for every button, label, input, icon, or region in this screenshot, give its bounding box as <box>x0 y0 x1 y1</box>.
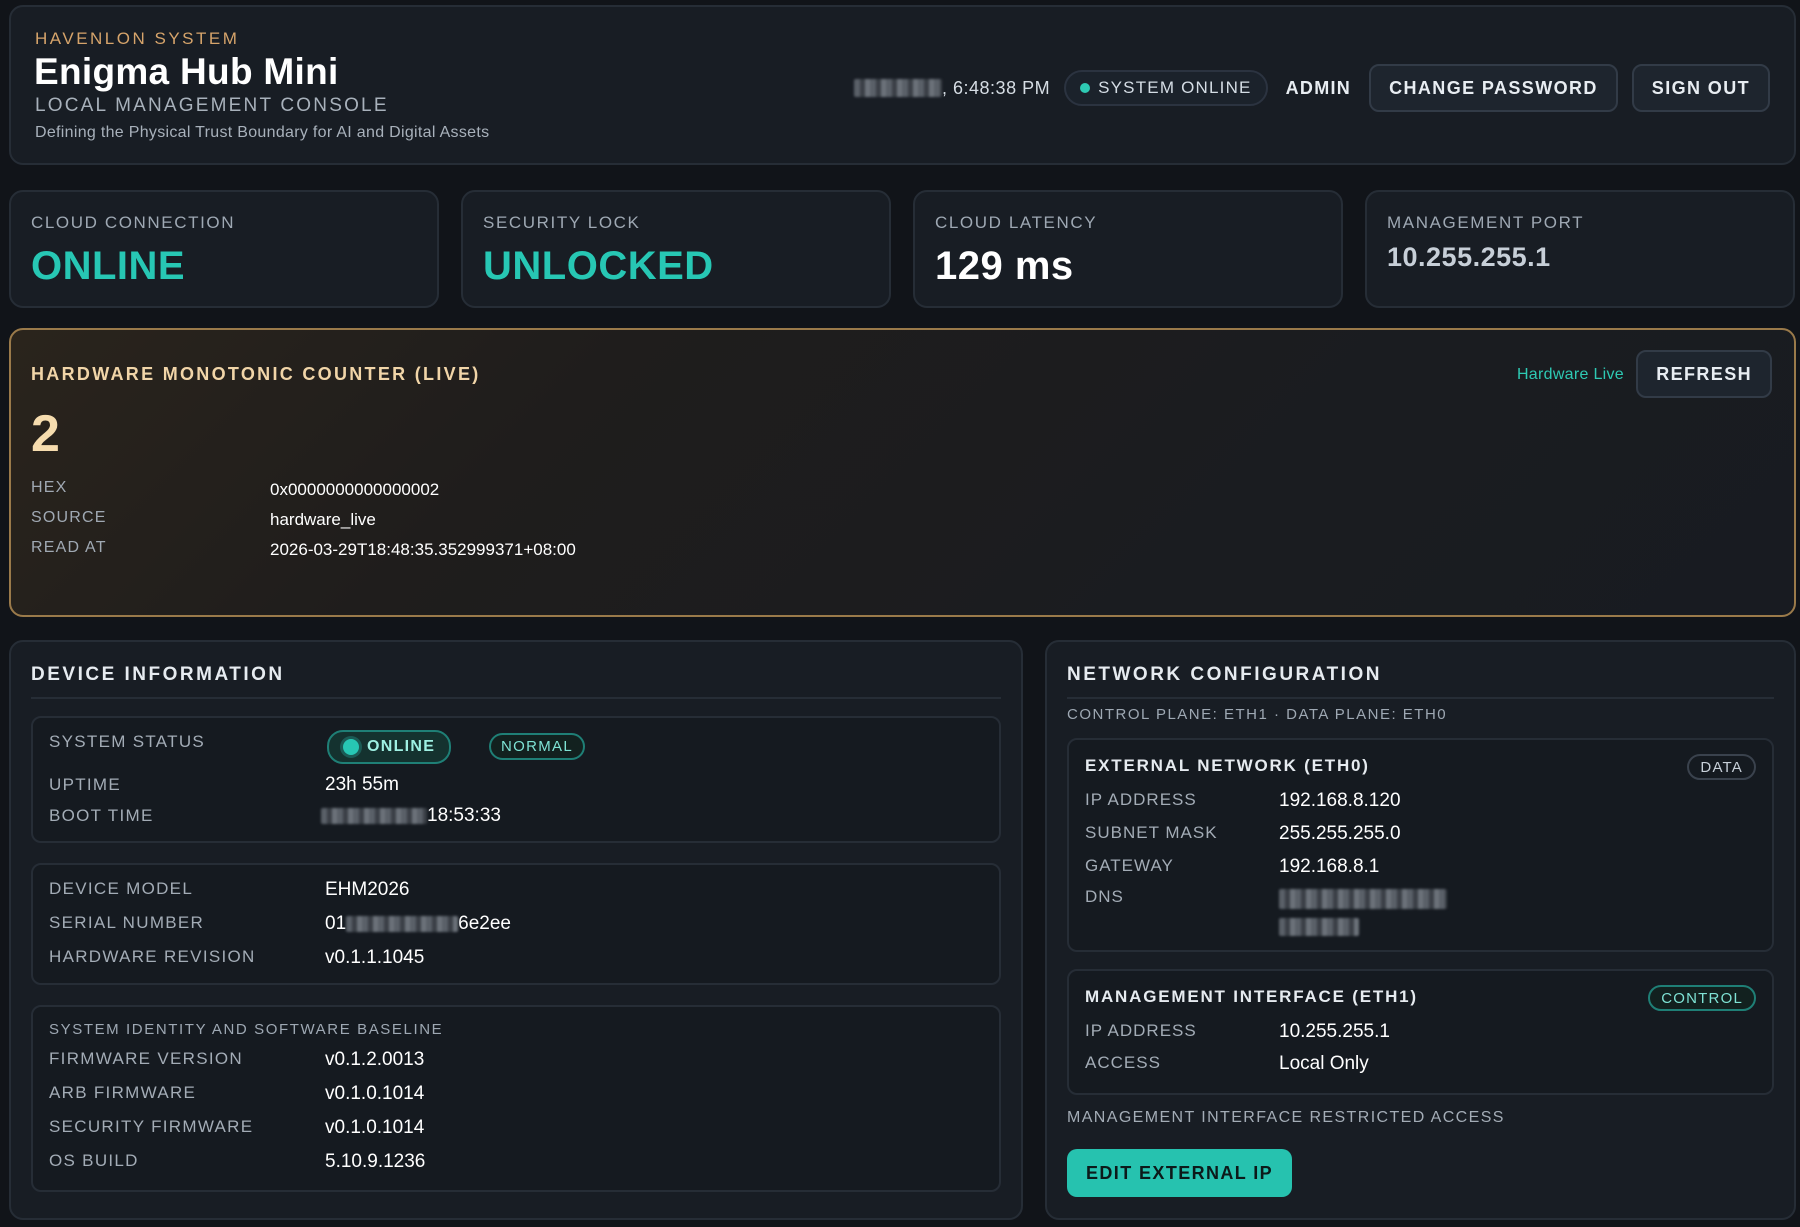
clock: , 6:48:38 PM <box>854 78 1050 99</box>
software-baseline-caption: SYSTEM IDENTITY AND SOFTWARE BASELINE <box>49 1021 444 1038</box>
serial-number-value: 01 6e2ee <box>325 913 511 935</box>
redacted-serial <box>346 916 459 932</box>
counter-row-label: SOURCE <box>31 509 107 526</box>
stat-value: ONLINE <box>31 244 186 288</box>
edit-external-ip-button[interactable]: EDIT EXTERNAL IP <box>1067 1149 1293 1197</box>
row-label: SECURITY FIRMWARE <box>49 1117 254 1136</box>
management-interface-title: MANAGEMENT INTERFACE (ETH1) <box>1085 987 1418 1006</box>
counter-title: HARDWARE MONOTONIC COUNTER (LIVE) <box>31 364 481 384</box>
system-status-text: SYSTEM ONLINE <box>1098 78 1252 97</box>
row-label: UPTIME <box>49 775 122 794</box>
stat-card-management-port: MANAGEMENT PORT 10.255.255.1 <box>1365 190 1795 308</box>
row-label: GATEWAY <box>1085 856 1174 875</box>
control-tag: CONTROL <box>1648 985 1756 1011</box>
row-value: v0.1.0.1014 <box>325 1117 425 1138</box>
online-badge: ONLINE <box>327 730 452 764</box>
row-value: v0.1.0.1014 <box>325 1083 425 1104</box>
stat-value: UNLOCKED <box>483 244 714 288</box>
software-baseline-card: SYSTEM IDENTITY AND SOFTWARE BASELINE FI… <box>31 1005 1001 1192</box>
management-ip-value: 10.255.255.1 <box>1279 1021 1390 1042</box>
sign-out-button[interactable]: SIGN OUT <box>1631 64 1770 112</box>
refresh-button[interactable]: REFRESH <box>1636 350 1772 398</box>
uptime-value: 23h 55m <box>325 774 399 795</box>
hardware-revision-value: v0.1.1.1045 <box>325 947 425 968</box>
stat-label: CLOUD LATENCY <box>935 213 1098 232</box>
counter-row-value: 2026-03-29T18:48:35.352999371+08:00 <box>270 540 576 559</box>
redacted-date <box>321 808 427 824</box>
external-network-title: EXTERNAL NETWORK (ETH0) <box>1085 756 1370 775</box>
hardware-counter-panel: HARDWARE MONOTONIC COUNTER (LIVE) Hardwa… <box>9 328 1796 617</box>
serial-prefix: 01 <box>325 913 347 934</box>
tagline: Defining the Physical Trust Boundary for… <box>35 124 490 141</box>
row-label: FIRMWARE VERSION <box>49 1049 243 1068</box>
stat-label: MANAGEMENT PORT <box>1387 213 1585 232</box>
external-ip-value: 192.168.8.120 <box>1279 790 1401 811</box>
gateway-value: 192.168.8.1 <box>1279 856 1380 877</box>
online-badge-text: ONLINE <box>367 738 436 755</box>
stat-value: 129 ms <box>935 244 1074 288</box>
counter-value: 2 <box>31 405 60 463</box>
counter-row-label: READ AT <box>31 539 107 556</box>
stat-card-cloud-connection: CLOUD CONNECTION ONLINE <box>9 190 439 308</box>
restricted-access-note: MANAGEMENT INTERFACE RESTRICTED ACCESS <box>1067 1109 1505 1126</box>
row-label: ARB FIRMWARE <box>49 1083 197 1102</box>
status-dot-icon <box>343 739 359 755</box>
divider <box>1067 697 1774 699</box>
section-title: DEVICE INFORMATION <box>31 664 285 685</box>
row-label: SYSTEM STATUS <box>49 732 206 751</box>
redacted-date <box>854 79 943 97</box>
row-value: 5.10.9.1236 <box>325 1151 426 1172</box>
hardware-live-indicator: Hardware Live <box>1516 366 1624 383</box>
app-header: HAVENLON SYSTEM Enigma Hub Mini LOCAL MA… <box>9 5 1796 165</box>
stat-card-cloud-latency: CLOUD LATENCY 129 ms <box>913 190 1343 308</box>
stat-card-security-lock: SECURITY LOCK UNLOCKED <box>461 190 891 308</box>
subnet-mask-value: 255.255.255.0 <box>1279 823 1401 844</box>
row-label: DNS <box>1085 887 1124 906</box>
clock-time: , 6:48:38 PM <box>942 77 1051 98</box>
redacted-dns-primary <box>1279 889 1447 909</box>
stat-label: CLOUD CONNECTION <box>31 213 236 232</box>
counter-row-value: 0x0000000000000002 <box>270 480 440 499</box>
stat-value: 10.255.255.1 <box>1387 242 1551 272</box>
row-label: SUBNET MASK <box>1085 823 1218 842</box>
header-actions: , 6:48:38 PM SYSTEM ONLINE ADMIN CHANGE … <box>854 63 1770 113</box>
section-title: NETWORK CONFIGURATION <box>1067 664 1382 685</box>
counter-row-value: hardware_live <box>270 510 376 529</box>
app-subtitle: LOCAL MANAGEMENT CONSOLE <box>35 95 389 116</box>
row-label: HARDWARE REVISION <box>49 947 256 966</box>
access-value: Local Only <box>1279 1053 1369 1074</box>
boot-time-text: 18:53:33 <box>427 805 501 826</box>
system-status-pill: SYSTEM ONLINE <box>1064 70 1268 106</box>
management-interface-card: MANAGEMENT INTERFACE (ETH1) CONTROL IP A… <box>1067 969 1774 1095</box>
counter-row-label: HEX <box>31 479 68 496</box>
row-label: OS BUILD <box>49 1151 139 1170</box>
plane-caption: CONTROL PLANE: ETH1 · DATA PLANE: ETH0 <box>1067 706 1448 723</box>
stat-label: SECURITY LOCK <box>483 213 641 232</box>
device-information-panel: DEVICE INFORMATION SYSTEM STATUS ONLINE … <box>9 640 1023 1220</box>
normal-badge: NORMAL <box>489 733 585 760</box>
row-label: BOOT TIME <box>49 806 154 825</box>
change-password-button[interactable]: CHANGE PASSWORD <box>1369 64 1618 112</box>
status-dot-icon <box>1080 83 1091 93</box>
row-label: IP ADDRESS <box>1085 1021 1197 1040</box>
divider <box>31 697 1001 699</box>
row-label: ACCESS <box>1085 1053 1161 1072</box>
network-configuration-panel: NETWORK CONFIGURATION CONTROL PLANE: ETH… <box>1045 640 1796 1220</box>
serial-suffix: 6e2ee <box>458 913 511 934</box>
row-value: v0.1.2.0013 <box>325 1049 425 1070</box>
brand-kicker: HAVENLON SYSTEM <box>35 29 240 48</box>
row-label: DEVICE MODEL <box>49 879 194 898</box>
hardware-card: DEVICE MODEL EHM2026 SERIAL NUMBER 01 6e… <box>31 863 1001 985</box>
data-tag: DATA <box>1687 754 1756 780</box>
boot-time-value: 18:53:33 <box>321 805 501 827</box>
row-label: SERIAL NUMBER <box>49 913 205 932</box>
device-status-card: SYSTEM STATUS ONLINE NORMAL UPTIME 23h 5… <box>31 716 1001 843</box>
app-title: Enigma Hub Mini <box>34 51 339 92</box>
device-model-value: EHM2026 <box>325 879 410 900</box>
current-user: ADMIN <box>1285 77 1352 98</box>
row-label: IP ADDRESS <box>1085 790 1197 809</box>
external-network-card: EXTERNAL NETWORK (ETH0) DATA IP ADDRESS … <box>1067 738 1774 952</box>
redacted-dns-secondary <box>1279 918 1359 936</box>
